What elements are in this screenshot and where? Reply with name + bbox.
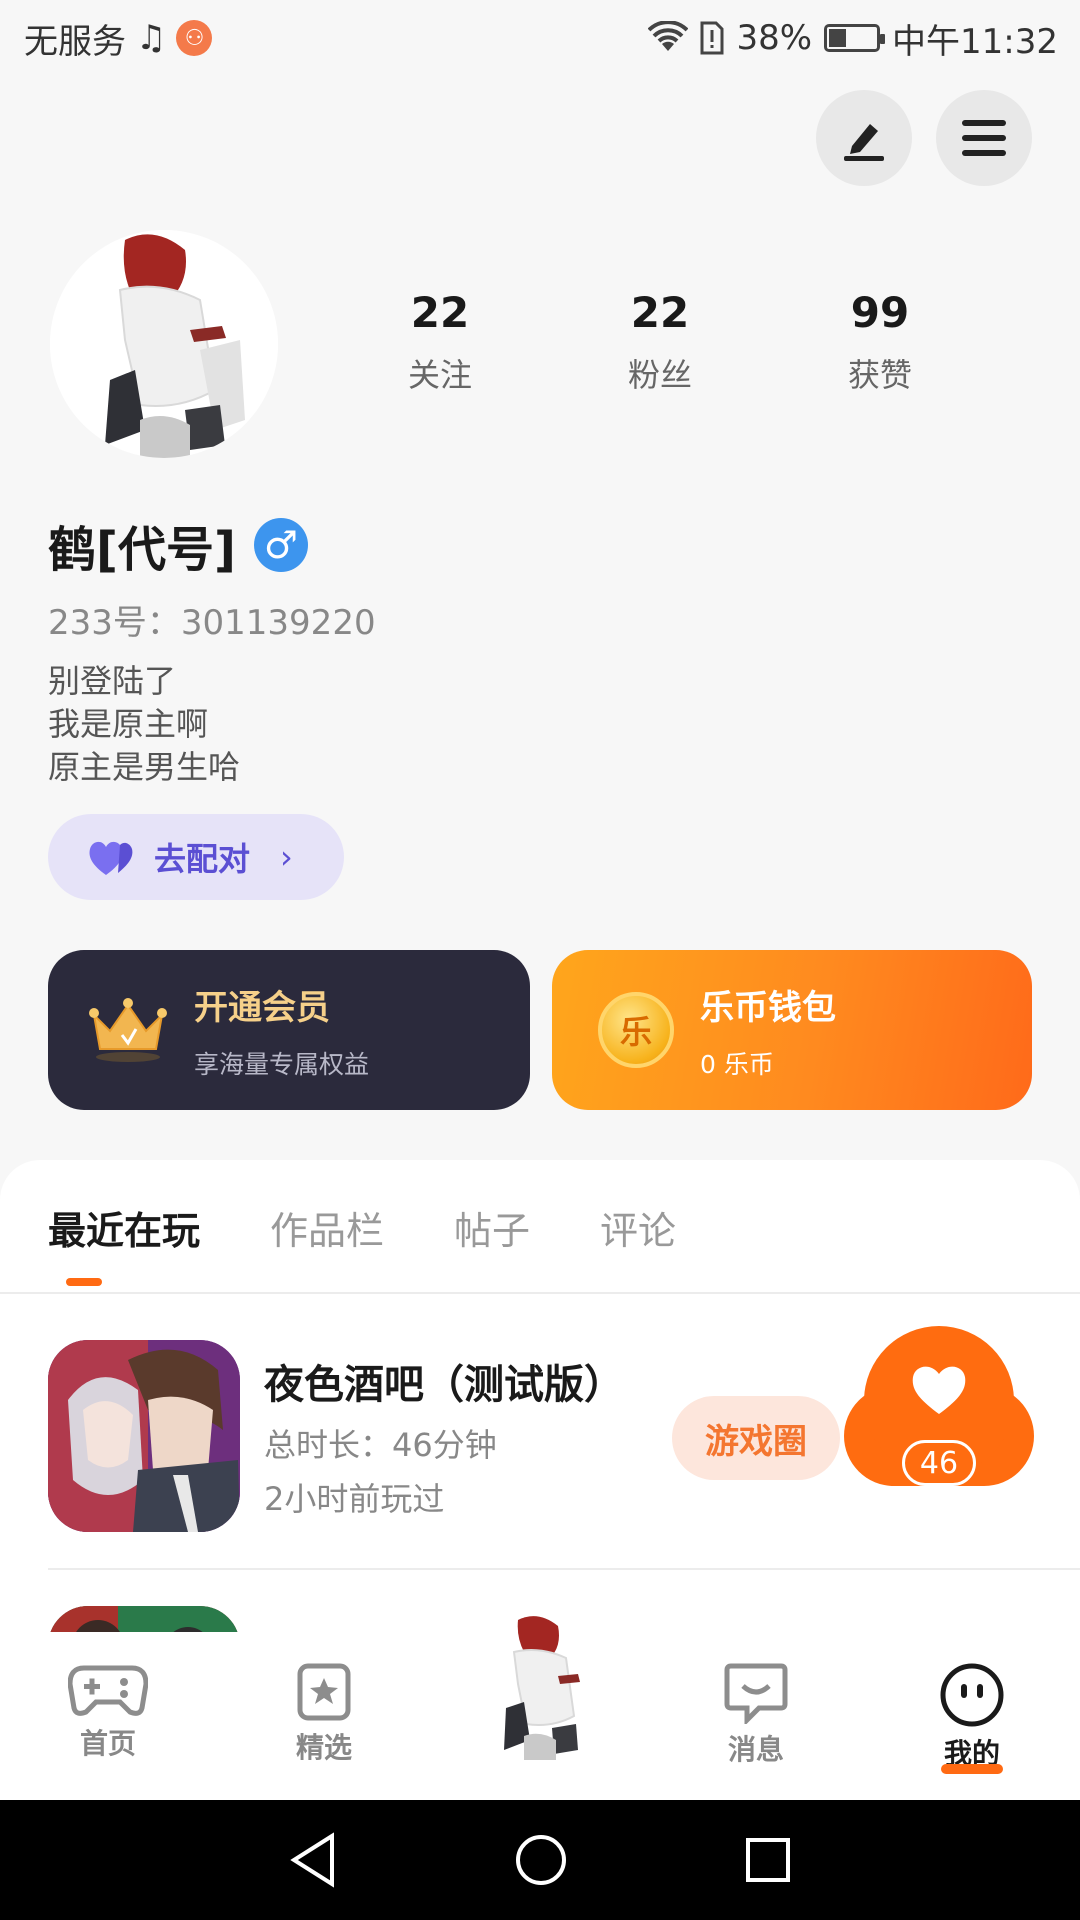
tab-indicator [66,1278,102,1286]
nav-active-underline [941,1764,1003,1774]
likes-label: 获赞 [847,356,912,395]
game-art-icon [48,1340,240,1532]
chat-smile-icon [724,1663,788,1724]
coin-icon: 乐 [598,992,674,1068]
wallet-title: 乐币钱包 [700,987,836,1028]
status-bar: 无服务 ♫ ⚇ 38% 中午11:32 [0,0,1080,76]
wallet-card[interactable]: 乐 乐币钱包 0 乐币 [552,950,1032,1110]
game-list-item[interactable]: 夜色酒吧（测试版） 总时长：46分钟 2小时前玩过 游戏圈 46 [48,1326,1048,1532]
system-nav-bar [0,1800,1080,1920]
double-heart-icon [89,841,133,875]
pencil-icon [844,124,884,161]
profile-tabs: 最近在玩 作品栏 帖子 评论 [48,1200,676,1255]
match-button[interactable]: 去配对 › [48,814,344,900]
avatar-figure-icon [50,230,278,458]
vip-card[interactable]: 开通会员 享海量专属权益 [48,950,530,1110]
bio-line: 原主是男生哈 [48,748,241,786]
tab-comments[interactable]: 评论 [600,1200,676,1255]
like-button[interactable]: 46 [844,1326,1034,1486]
nav-messages[interactable]: 消息 [648,1632,864,1800]
edit-profile-button[interactable] [816,90,912,186]
nav-featured-label: 精选 [295,1731,352,1764]
battery-percent: 38% [736,18,813,58]
tab-recent[interactable]: 最近在玩 [48,1200,200,1255]
battery-icon [824,24,886,52]
nav-mine[interactable]: 我的 [864,1632,1080,1800]
avatar[interactable] [50,230,278,458]
heart-icon [912,1366,966,1414]
bio-line: 别登陆了 [48,662,177,700]
stat-following[interactable]: 22 关注 [330,288,550,396]
hamburger-menu-icon [962,120,1006,156]
stat-fans[interactable]: 22 粉丝 [550,288,770,396]
nav-center-avatar-icon[interactable] [478,1612,602,1762]
music-note-icon: ♫ [136,18,167,58]
wifi-icon [648,21,689,51]
face-icon [940,1663,1004,1727]
likes-count: 99 [850,288,910,337]
menu-button[interactable] [936,90,1032,186]
nav-featured[interactable]: 精选 [216,1632,432,1800]
game-title: 夜色酒吧（测试版） [264,1362,624,1408]
male-gender-icon: ♂ [253,518,308,572]
wallet-subtitle: 0 乐币 [700,1049,774,1079]
carrier-text: 无服务 [24,21,126,62]
clock: 中午11:32 [892,21,1058,62]
bio-line: 我是原主啊 [48,705,209,743]
username: 鹤[代号] [48,522,236,578]
match-label: 去配对 [154,840,251,878]
nav-home[interactable]: 首页 [0,1632,216,1800]
fans-count: 22 [630,288,690,337]
star-bookmark-icon [297,1663,351,1721]
following-count: 22 [410,288,470,337]
tab-works[interactable]: 作品栏 [270,1200,384,1255]
crown-icon [89,998,167,1062]
home-circle-icon[interactable] [514,1833,568,1887]
game-duration: 总时长：46分钟 [264,1426,497,1464]
game-thumbnail[interactable] [48,1340,240,1532]
following-label: 关注 [407,356,472,395]
user-id: 233号：301139220 [48,603,376,643]
app-notification-icon: ⚇ [176,20,213,56]
chevron-right-icon: › [280,838,293,876]
username-row: 鹤[代号] ♂ [48,510,308,580]
nav-messages-label: 消息 [727,1733,784,1766]
recents-square-icon[interactable] [744,1836,792,1884]
like-count: 46 [902,1440,976,1486]
row-divider [48,1568,1080,1570]
sim-alert-icon [700,21,724,55]
stat-likes[interactable]: 99 获赞 [770,288,990,396]
profile-stats: 22 关注 22 粉丝 99 获赞 [330,288,990,396]
bio: 别登陆了 我是原主啊 原主是男生哈 [48,660,240,789]
gamepad-icon [68,1665,148,1716]
game-circle-button[interactable]: 游戏圈 [672,1396,840,1480]
fans-label: 粉丝 [627,356,692,395]
vip-subtitle: 享海量专属权益 [194,1049,370,1079]
vip-title: 开通会员 [194,987,330,1028]
nav-home-label: 首页 [79,1727,136,1760]
tab-posts[interactable]: 帖子 [454,1200,530,1255]
game-last-played: 2小时前玩过 [264,1480,445,1518]
back-icon[interactable] [288,1832,338,1888]
tab-divider [0,1292,1080,1294]
